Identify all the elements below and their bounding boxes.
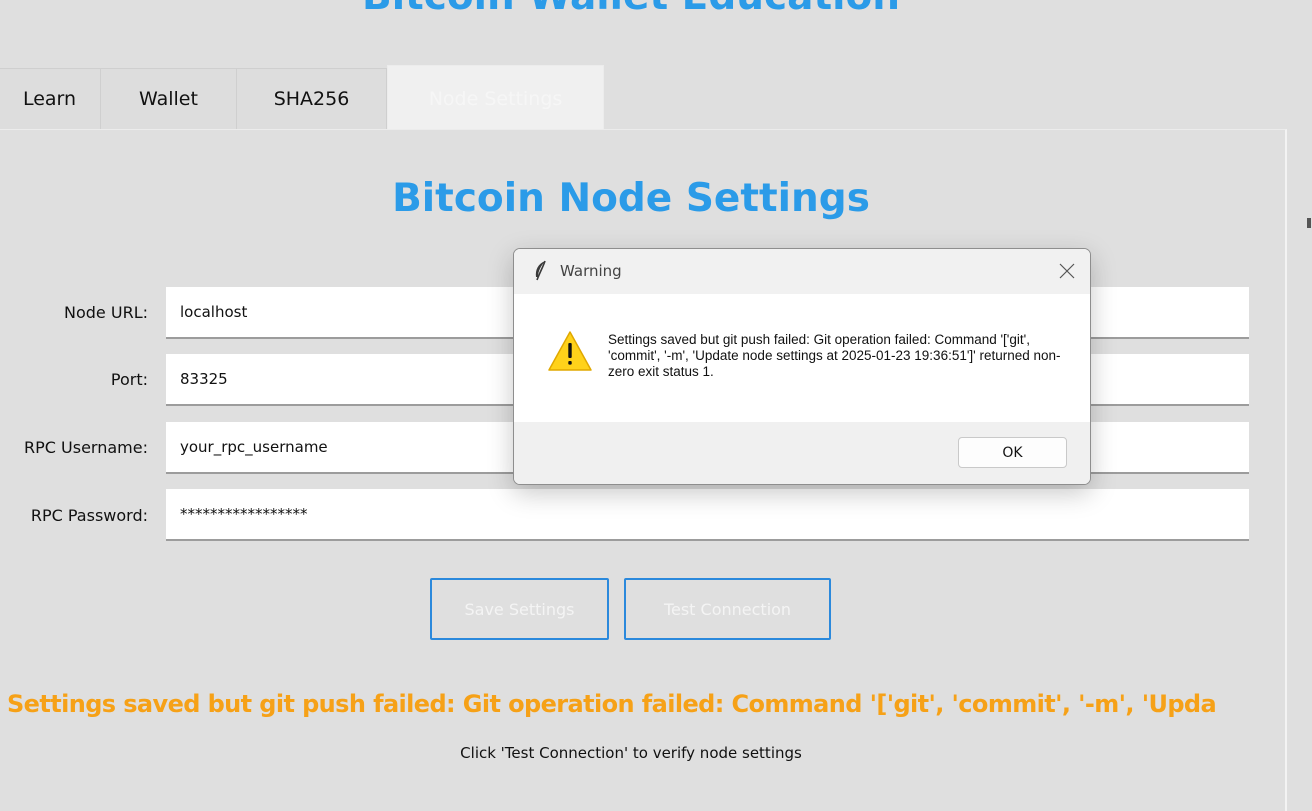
node-url-label: Node URL: <box>64 303 148 322</box>
tab-learn[interactable]: Learn <box>0 68 101 129</box>
rpc-password-label: RPC Password: <box>30 506 148 525</box>
tab-wallet[interactable]: Wallet <box>100 68 237 129</box>
save-settings-button[interactable]: Save Settings <box>430 578 609 640</box>
port-label: Port: <box>110 370 148 389</box>
rpc-password-input[interactable] <box>166 489 1249 541</box>
app-title: Bitcoin Wallet Education <box>0 0 1262 19</box>
dialog-message: Settings saved but git push failed: Git … <box>608 332 1061 379</box>
dialog-title: Warning <box>560 262 622 280</box>
dialog-body: Settings saved but git push failed: Git … <box>514 294 1090 422</box>
warning-dialog: Warning Settings saved but git push fail… <box>513 248 1091 485</box>
warning-icon <box>547 330 593 376</box>
test-connection-button[interactable]: Test Connection <box>624 578 831 640</box>
feather-icon <box>532 260 548 286</box>
ok-button[interactable]: OK <box>958 437 1067 468</box>
page-title: Bitcoin Node Settings <box>392 176 870 221</box>
rpc-username-label: RPC Username: <box>24 438 148 457</box>
tab-sha256[interactable]: SHA256 <box>236 68 387 129</box>
dialog-footer: OK <box>514 422 1090 484</box>
window-edge-marker <box>1307 218 1311 228</box>
tab-node-settings[interactable]: Node Settings <box>387 65 604 131</box>
close-icon[interactable] <box>1058 262 1076 284</box>
status-error-message: Settings saved but git push failed: Git … <box>7 690 1217 718</box>
status-hint: Click 'Test Connection' to verify node s… <box>460 744 802 762</box>
dialog-titlebar: Warning <box>514 249 1090 294</box>
